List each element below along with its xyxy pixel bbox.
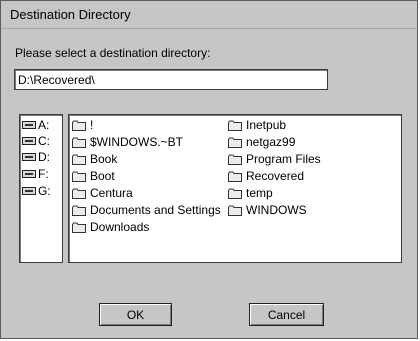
folder-item[interactable]: ! <box>72 117 93 133</box>
drive-label: D: <box>38 150 50 164</box>
folder-icon <box>72 154 86 165</box>
folder-item[interactable]: temp <box>228 185 273 201</box>
folder-item[interactable]: Inetpub <box>228 117 286 133</box>
drive-label: A: <box>38 118 50 132</box>
folder-icon <box>228 171 242 182</box>
folder-item[interactable]: netgaz99 <box>228 134 295 150</box>
dialog-title: Destination Directory <box>10 7 131 22</box>
folder-label: Inetpub <box>246 118 287 132</box>
drive-label: F: <box>38 167 49 181</box>
folder-label: WINDOWS <box>246 203 307 217</box>
folder-icon <box>228 137 242 148</box>
folder-icon <box>228 205 242 216</box>
folder-item[interactable]: WINDOWS <box>228 202 307 218</box>
folder-item[interactable]: Boot <box>72 168 115 184</box>
folder-label: Book <box>90 152 118 166</box>
folder-item[interactable]: Downloads <box>72 219 149 235</box>
destination-path-input[interactable] <box>14 69 328 90</box>
folder-item[interactable]: Documents and Settings <box>72 202 221 218</box>
folder-item[interactable]: $WINDOWS.~BT <box>72 134 183 150</box>
folder-icon <box>72 171 86 182</box>
ok-button[interactable]: OK <box>99 303 172 326</box>
folder-icon <box>72 120 86 131</box>
folder-label: Program Files <box>246 152 321 166</box>
drive-icon <box>22 170 36 178</box>
folder-icon <box>228 188 242 199</box>
folder-label: Centura <box>90 186 133 200</box>
drive-item-a[interactable]: A: <box>22 117 49 133</box>
folder-label: Recovered <box>246 169 305 183</box>
folder-icon <box>72 222 86 233</box>
dialog-window: Destination Directory Please select a de… <box>0 0 418 339</box>
folder-label: Documents and Settings <box>90 203 221 217</box>
folder-icon <box>72 188 86 199</box>
folder-icon <box>228 120 242 131</box>
folder-label: Downloads <box>90 220 150 234</box>
drive-item-g[interactable]: G: <box>22 183 51 199</box>
folder-item[interactable]: Book <box>72 151 117 167</box>
drive-label: G: <box>38 184 51 198</box>
drive-icon <box>22 137 36 145</box>
folder-list[interactable]: ! $WINDOWS.~BT Book Boot Centura Documen… <box>68 114 402 263</box>
folder-label: Boot <box>90 169 115 183</box>
folder-item[interactable]: Recovered <box>228 168 304 184</box>
folder-item[interactable]: Centura <box>72 185 133 201</box>
drive-item-d[interactable]: D: <box>22 149 50 165</box>
drive-label: C: <box>38 134 50 148</box>
drive-item-c[interactable]: C: <box>22 133 50 149</box>
drive-icon <box>22 187 36 195</box>
folder-label: $WINDOWS.~BT <box>90 135 184 149</box>
folder-label: netgaz99 <box>246 135 296 149</box>
drive-list[interactable]: A: C: D: F: G: <box>19 114 63 263</box>
folder-item[interactable]: Program Files <box>228 151 321 167</box>
folder-icon <box>228 154 242 165</box>
drive-item-f[interactable]: F: <box>22 166 49 182</box>
folder-label: ! <box>90 118 94 132</box>
cancel-button[interactable]: Cancel <box>249 303 324 326</box>
prompt-label: Please select a destination directory: <box>15 46 211 60</box>
drive-icon <box>22 153 36 161</box>
title-bar[interactable]: Destination Directory <box>2 2 416 29</box>
folder-icon <box>72 205 86 216</box>
folder-icon <box>72 137 86 148</box>
drive-icon <box>22 121 36 129</box>
folder-label: temp <box>246 186 273 200</box>
